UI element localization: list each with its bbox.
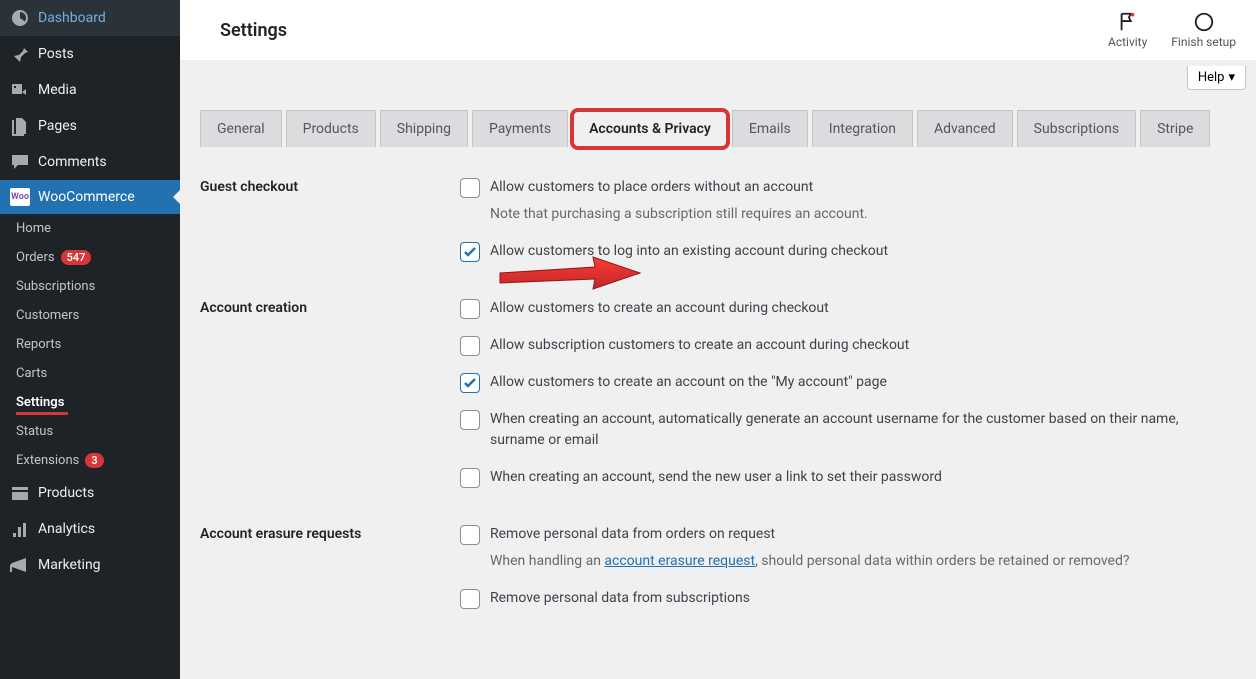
sidebar-item-products[interactable]: Products: [0, 475, 180, 511]
tab-stripe[interactable]: Stripe: [1140, 110, 1210, 147]
checkbox-auto-username[interactable]: [460, 410, 480, 430]
checkbox-guest-orders[interactable]: [460, 178, 480, 198]
sidebar-item-comments[interactable]: Comments: [0, 144, 180, 180]
checkbox-label: Remove personal data from orders on requ…: [490, 524, 1130, 545]
sidebar-item-woocommerce[interactable]: Woo WooCommerce: [0, 180, 180, 214]
sidebar-label: Posts: [38, 46, 74, 62]
sidebar-item-pages[interactable]: Pages: [0, 108, 180, 144]
dashboard-icon: [10, 8, 30, 28]
checkbox-label: When creating an account, automatically …: [490, 409, 1236, 451]
checkbox-row-create-checkout: Allow customers to create an account dur…: [460, 298, 1236, 319]
checkbox-row-password-link: When creating an account, send the new u…: [460, 467, 1236, 488]
sidebar-item-posts[interactable]: Posts: [0, 36, 180, 72]
checkbox-label: Allow customers to place orders without …: [490, 177, 868, 198]
page-title: Settings: [220, 20, 287, 41]
tab-accounts-privacy[interactable]: Accounts & Privacy: [572, 110, 728, 148]
checkbox-row-guest-login: Allow customers to log into an existing …: [460, 241, 1236, 262]
top-bar: Settings Activity Finish setup: [180, 0, 1256, 60]
comment-icon: [10, 152, 30, 172]
checkbox-password-link[interactable]: [460, 468, 480, 488]
sidebar-label: Dashboard: [38, 10, 106, 26]
circle-icon: [1193, 11, 1215, 33]
checkbox-label: Allow customers to create an account on …: [490, 372, 887, 393]
sidebar-item-analytics[interactable]: Analytics: [0, 511, 180, 547]
analytics-icon: [10, 519, 30, 539]
woocommerce-icon: Woo: [10, 188, 30, 206]
pages-icon: [10, 116, 30, 136]
account-erasure-section: Account erasure requests Remove personal…: [200, 524, 1236, 625]
checkbox-row-create-myaccount: Allow customers to create an account on …: [460, 372, 1236, 393]
marketing-icon: [10, 555, 30, 575]
sidebar-item-dashboard[interactable]: Dashboard: [0, 0, 180, 36]
section-title: Account creation: [200, 298, 460, 504]
tab-integration[interactable]: Integration: [812, 110, 913, 147]
sidebar-subitem-orders[interactable]: Orders547: [0, 243, 180, 272]
sidebar-subitem-settings[interactable]: Settings: [0, 388, 180, 417]
sidebar-subitem-status[interactable]: Status: [0, 417, 180, 446]
checkbox-guest-login[interactable]: [460, 242, 480, 262]
sidebar-item-marketing[interactable]: Marketing: [0, 547, 180, 583]
main-content: Settings Activity Finish setup Help ▾ Ge…: [180, 0, 1256, 679]
checkbox-row-guest-orders: Allow customers to place orders without …: [460, 177, 1236, 225]
chevron-down-icon: ▾: [1228, 70, 1235, 85]
sidebar-subitem-carts[interactable]: Carts: [0, 359, 180, 388]
checkbox-create-sub[interactable]: [460, 336, 480, 356]
checkbox-label: Remove personal data from subscriptions: [490, 588, 750, 609]
sidebar-label: Analytics: [38, 521, 95, 537]
tab-shipping[interactable]: Shipping: [380, 110, 468, 147]
sidebar-label: Marketing: [38, 557, 101, 573]
pin-icon: [10, 44, 30, 64]
help-note: Note that purchasing a subscription stil…: [490, 204, 868, 225]
orders-badge: 547: [61, 250, 92, 265]
help-bar: Help ▾: [180, 60, 1256, 90]
sidebar-subitem-subscriptions[interactable]: Subscriptions: [0, 272, 180, 301]
top-actions: Activity Finish setup: [1108, 11, 1236, 49]
checkbox-erase-orders[interactable]: [460, 525, 480, 545]
checkbox-label: Allow customers to log into an existing …: [490, 241, 888, 262]
checkbox-row-erase-subs: Remove personal data from subscriptions: [460, 588, 1236, 609]
extensions-badge: 3: [85, 453, 103, 468]
tab-general[interactable]: General: [200, 110, 282, 147]
tab-advanced[interactable]: Advanced: [917, 110, 1013, 147]
section-title: Guest checkout: [200, 177, 460, 278]
checkbox-label: Allow subscription customers to create a…: [490, 335, 909, 356]
sidebar-label: Media: [38, 82, 77, 98]
account-creation-section: Account creation Allow customers to crea…: [200, 298, 1236, 504]
sidebar-submenu: Home Orders547 Subscriptions Customers R…: [0, 214, 180, 475]
tab-products[interactable]: Products: [286, 110, 376, 147]
help-button[interactable]: Help ▾: [1187, 66, 1246, 90]
tab-payments[interactable]: Payments: [472, 110, 568, 147]
section-title: Account erasure requests: [200, 524, 460, 625]
tab-emails[interactable]: Emails: [732, 110, 808, 147]
settings-tabs: General Products Shipping Payments Accou…: [180, 90, 1256, 147]
settings-content: Guest checkout Allow customers to place …: [180, 147, 1256, 665]
sidebar-subitem-reports[interactable]: Reports: [0, 330, 180, 359]
flag-icon: [1117, 11, 1139, 33]
checkbox-row-erase-orders: Remove personal data from orders on requ…: [460, 524, 1236, 572]
checkbox-row-create-sub: Allow subscription customers to create a…: [460, 335, 1236, 356]
activity-button[interactable]: Activity: [1108, 11, 1147, 49]
checkbox-label: When creating an account, send the new u…: [490, 467, 942, 488]
sidebar-subitem-home[interactable]: Home: [0, 214, 180, 243]
sidebar-label: Comments: [38, 154, 107, 170]
erasure-request-link[interactable]: account erasure request: [604, 553, 755, 569]
sidebar-subitem-extensions[interactable]: Extensions3: [0, 446, 180, 475]
checkbox-row-auto-username: When creating an account, automatically …: [460, 409, 1236, 451]
tab-subscriptions[interactable]: Subscriptions: [1017, 110, 1136, 147]
finish-setup-button[interactable]: Finish setup: [1171, 11, 1236, 49]
checkbox-label: Allow customers to create an account dur…: [490, 298, 829, 319]
sidebar-label: WooCommerce: [38, 189, 135, 205]
media-icon: [10, 80, 30, 100]
checkbox-create-checkout[interactable]: [460, 299, 480, 319]
admin-sidebar: Dashboard Posts Media Pages Comments Woo…: [0, 0, 180, 679]
sidebar-subitem-customers[interactable]: Customers: [0, 301, 180, 330]
checkbox-erase-subs[interactable]: [460, 589, 480, 609]
checkbox-create-myaccount[interactable]: [460, 373, 480, 393]
products-icon: [10, 483, 30, 503]
sidebar-label: Products: [38, 485, 94, 501]
sidebar-item-media[interactable]: Media: [0, 72, 180, 108]
help-note: When handling an account erasure request…: [490, 551, 1130, 572]
guest-checkout-section: Guest checkout Allow customers to place …: [200, 177, 1236, 278]
sidebar-label: Pages: [38, 118, 77, 134]
